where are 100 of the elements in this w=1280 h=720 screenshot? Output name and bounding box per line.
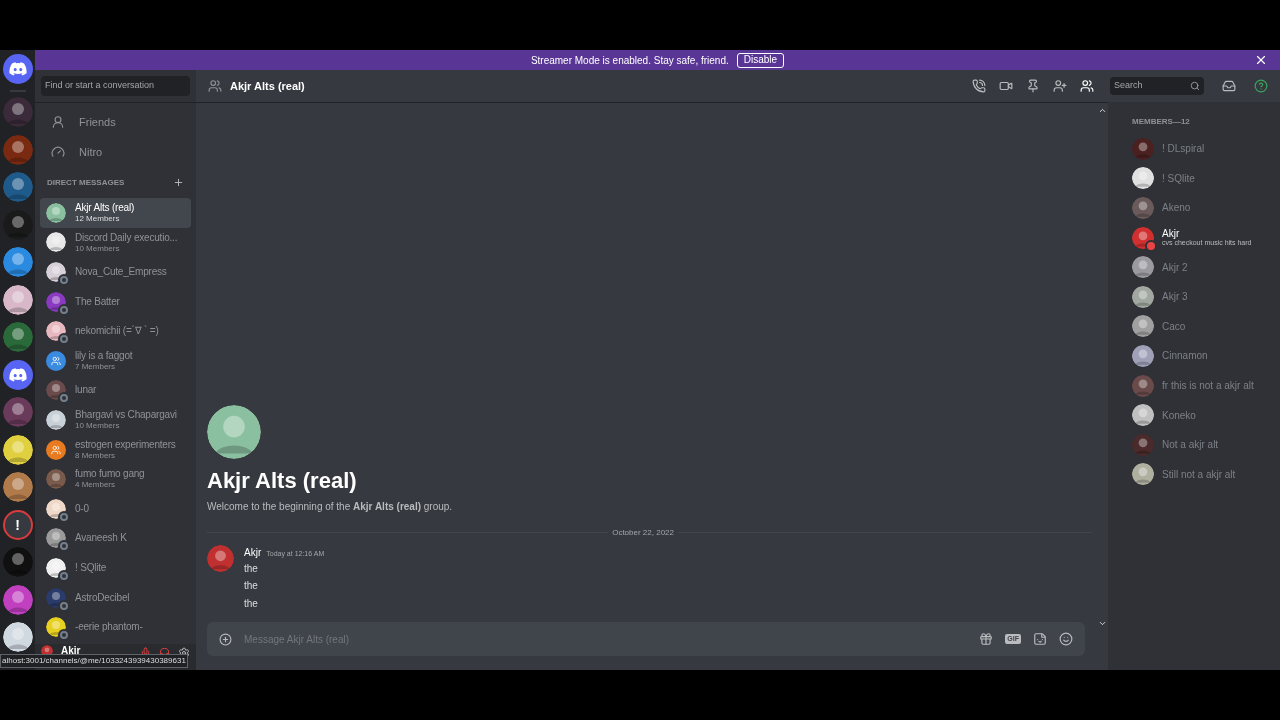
home-button[interactable]	[2, 359, 33, 390]
dm-item[interactable]: ! SQlite	[40, 553, 191, 583]
member-item[interactable]: Caco	[1132, 311, 1280, 342]
nav-item[interactable]: Friends	[41, 107, 190, 137]
scroll-down-icon	[1097, 619, 1107, 628]
offline-status-icon	[60, 276, 68, 284]
attach-button[interactable]	[219, 632, 232, 646]
member-name: ! SQlite	[1162, 172, 1195, 184]
dm-name: -eerie phantom-	[75, 621, 143, 634]
offline-status-icon	[60, 601, 68, 610]
dm-name: nekomichii (=´∇ ` =)	[75, 325, 159, 338]
offline-status-icon	[60, 631, 68, 640]
discord-logo-icon	[8, 62, 27, 76]
gift-icon	[979, 632, 994, 646]
offline-status-icon	[60, 394, 68, 403]
dm-name: Akjr Alts (real)	[75, 202, 135, 214]
dm-item[interactable]: The Batter	[40, 286, 191, 317]
member-item[interactable]: Akeno	[1132, 193, 1280, 223]
intro-text: Welcome to the beginning of the Akjr Alts (real) group.	[207, 499, 454, 514]
member-name: Akjr	[1162, 228, 1180, 240]
dm-name: Bhargavi vs Chapargavi	[75, 409, 177, 422]
member-name: Akjr 3	[1162, 291, 1188, 303]
dm-item[interactable]: estrogen experimenters 8 Members	[40, 434, 191, 465]
member-name: Akjr 2	[1162, 261, 1188, 273]
add-dm-button[interactable]	[173, 177, 184, 188]
member-count: 8 Members	[75, 450, 116, 461]
banner-text: Streamer Mode is enabled. Stay safe, friend.	[530, 53, 729, 68]
dm-name: The Batter	[75, 295, 120, 308]
member-list-icon	[1080, 79, 1094, 93]
nav-item[interactable]: Nitro	[41, 137, 190, 167]
member-item[interactable]: ! DLspiral	[1132, 134, 1280, 164]
member-count: 12 Members	[75, 214, 121, 224]
member-item[interactable]: Koneko	[1132, 400, 1280, 430]
offline-status-icon	[60, 571, 68, 580]
video-icon	[999, 79, 1013, 93]
close-button[interactable]	[1254, 53, 1268, 67]
scroll-up-icon	[1097, 106, 1107, 115]
offline-status-icon	[60, 512, 68, 521]
dm-item[interactable]: Bhargavi vs Chapargavi 10 Members	[40, 405, 191, 435]
dm-item[interactable]: AstroDecibel	[40, 582, 191, 613]
dm-item[interactable]: lunar	[40, 375, 191, 406]
group-icon	[208, 79, 222, 93]
message-text: the	[244, 561, 259, 576]
dm-item[interactable]: Nova_Cute_Empress	[40, 257, 191, 287]
do-not-disturb-icon	[1147, 241, 1155, 250]
disable-button[interactable]: Disable	[736, 52, 785, 68]
dm-name: AstroDecibel	[75, 591, 130, 604]
message-text: the	[244, 579, 259, 593]
sticker-icon	[1033, 632, 1047, 646]
dm-name: Avaneesh K	[75, 532, 127, 545]
people-icon	[51, 355, 61, 366]
member-name: Still not a akjr alt	[1162, 468, 1236, 480]
member-item[interactable]: fr this is not a akjr alt	[1132, 370, 1280, 401]
pin-icon	[1026, 79, 1040, 93]
message-author[interactable]: Akjr	[244, 544, 262, 560]
home-button[interactable]	[2, 54, 33, 84]
member-item[interactable]: Not a akjr alt	[1132, 429, 1280, 460]
member-count: 10 Members	[75, 421, 121, 431]
member-name: Not a akjr alt	[1162, 439, 1219, 451]
username: Akjr	[61, 645, 82, 657]
date-divider: October 22, 2022	[611, 526, 675, 539]
offline-status-icon	[60, 305, 68, 314]
people-icon	[51, 444, 61, 455]
dm-item[interactable]: Akjr Alts (real) 12 Members	[40, 198, 191, 228]
emoji-icon	[1059, 632, 1073, 646]
channel-title: Akjr Alts (real)	[230, 78, 305, 94]
call-icon	[972, 79, 986, 93]
members-header: MEMBERS—12	[1132, 116, 1191, 128]
dm-item[interactable]: Discord Daily executio... 10 Members	[40, 227, 191, 258]
dm-item[interactable]: -eerie phantom-	[40, 612, 191, 642]
member-name: ! DLspiral	[1162, 143, 1205, 155]
intro-title: Akjr Alts (real)	[207, 466, 358, 495]
dm-item[interactable]: nekomichii (=´∇ ` =)	[40, 316, 191, 346]
help-icon	[1254, 79, 1268, 93]
dm-item[interactable]: Avaneesh K	[40, 523, 191, 554]
member-item[interactable]: ! SQlite	[1132, 163, 1280, 194]
offline-status-icon	[60, 542, 68, 551]
nitro-icon	[51, 145, 65, 159]
member-item[interactable]: Akjr 3	[1132, 281, 1280, 312]
dm-item[interactable]: lily is a faggot 7 Members	[40, 345, 191, 376]
member-count: 4 Members	[75, 480, 116, 490]
member-name: fr this is not a akjr alt	[1162, 380, 1254, 392]
member-name: Koneko	[1162, 409, 1196, 421]
url-tooltip: alhost:3001/channels/@me/1033243939430389631	[0, 654, 188, 668]
server-icon[interactable]: !	[2, 509, 33, 540]
dm-item[interactable]: fumo fumo gang 4 Members	[40, 464, 191, 494]
dm-name: Discord Daily executio...	[75, 231, 178, 244]
member-item[interactable]: Akjr 2	[1132, 252, 1280, 282]
dm-name: estrogen experimenters	[75, 438, 176, 451]
search-field[interactable]: Search	[1110, 77, 1204, 95]
member-item[interactable]: Cinnamon	[1132, 341, 1280, 371]
member-name: Akeno	[1162, 202, 1191, 214]
discord-logo-icon	[8, 367, 27, 382]
friends-icon	[51, 115, 65, 129]
section-header: DIRECT MESSAGES	[47, 176, 125, 189]
dm-item[interactable]: 0-0	[40, 493, 191, 524]
member-name: Cinnamon	[1162, 350, 1208, 362]
member-item[interactable]: Still not a akjr alt	[1132, 459, 1280, 490]
dm-name: Nova_Cute_Empress	[75, 266, 167, 278]
search-field[interactable]: Find or start a conversation	[41, 76, 190, 96]
